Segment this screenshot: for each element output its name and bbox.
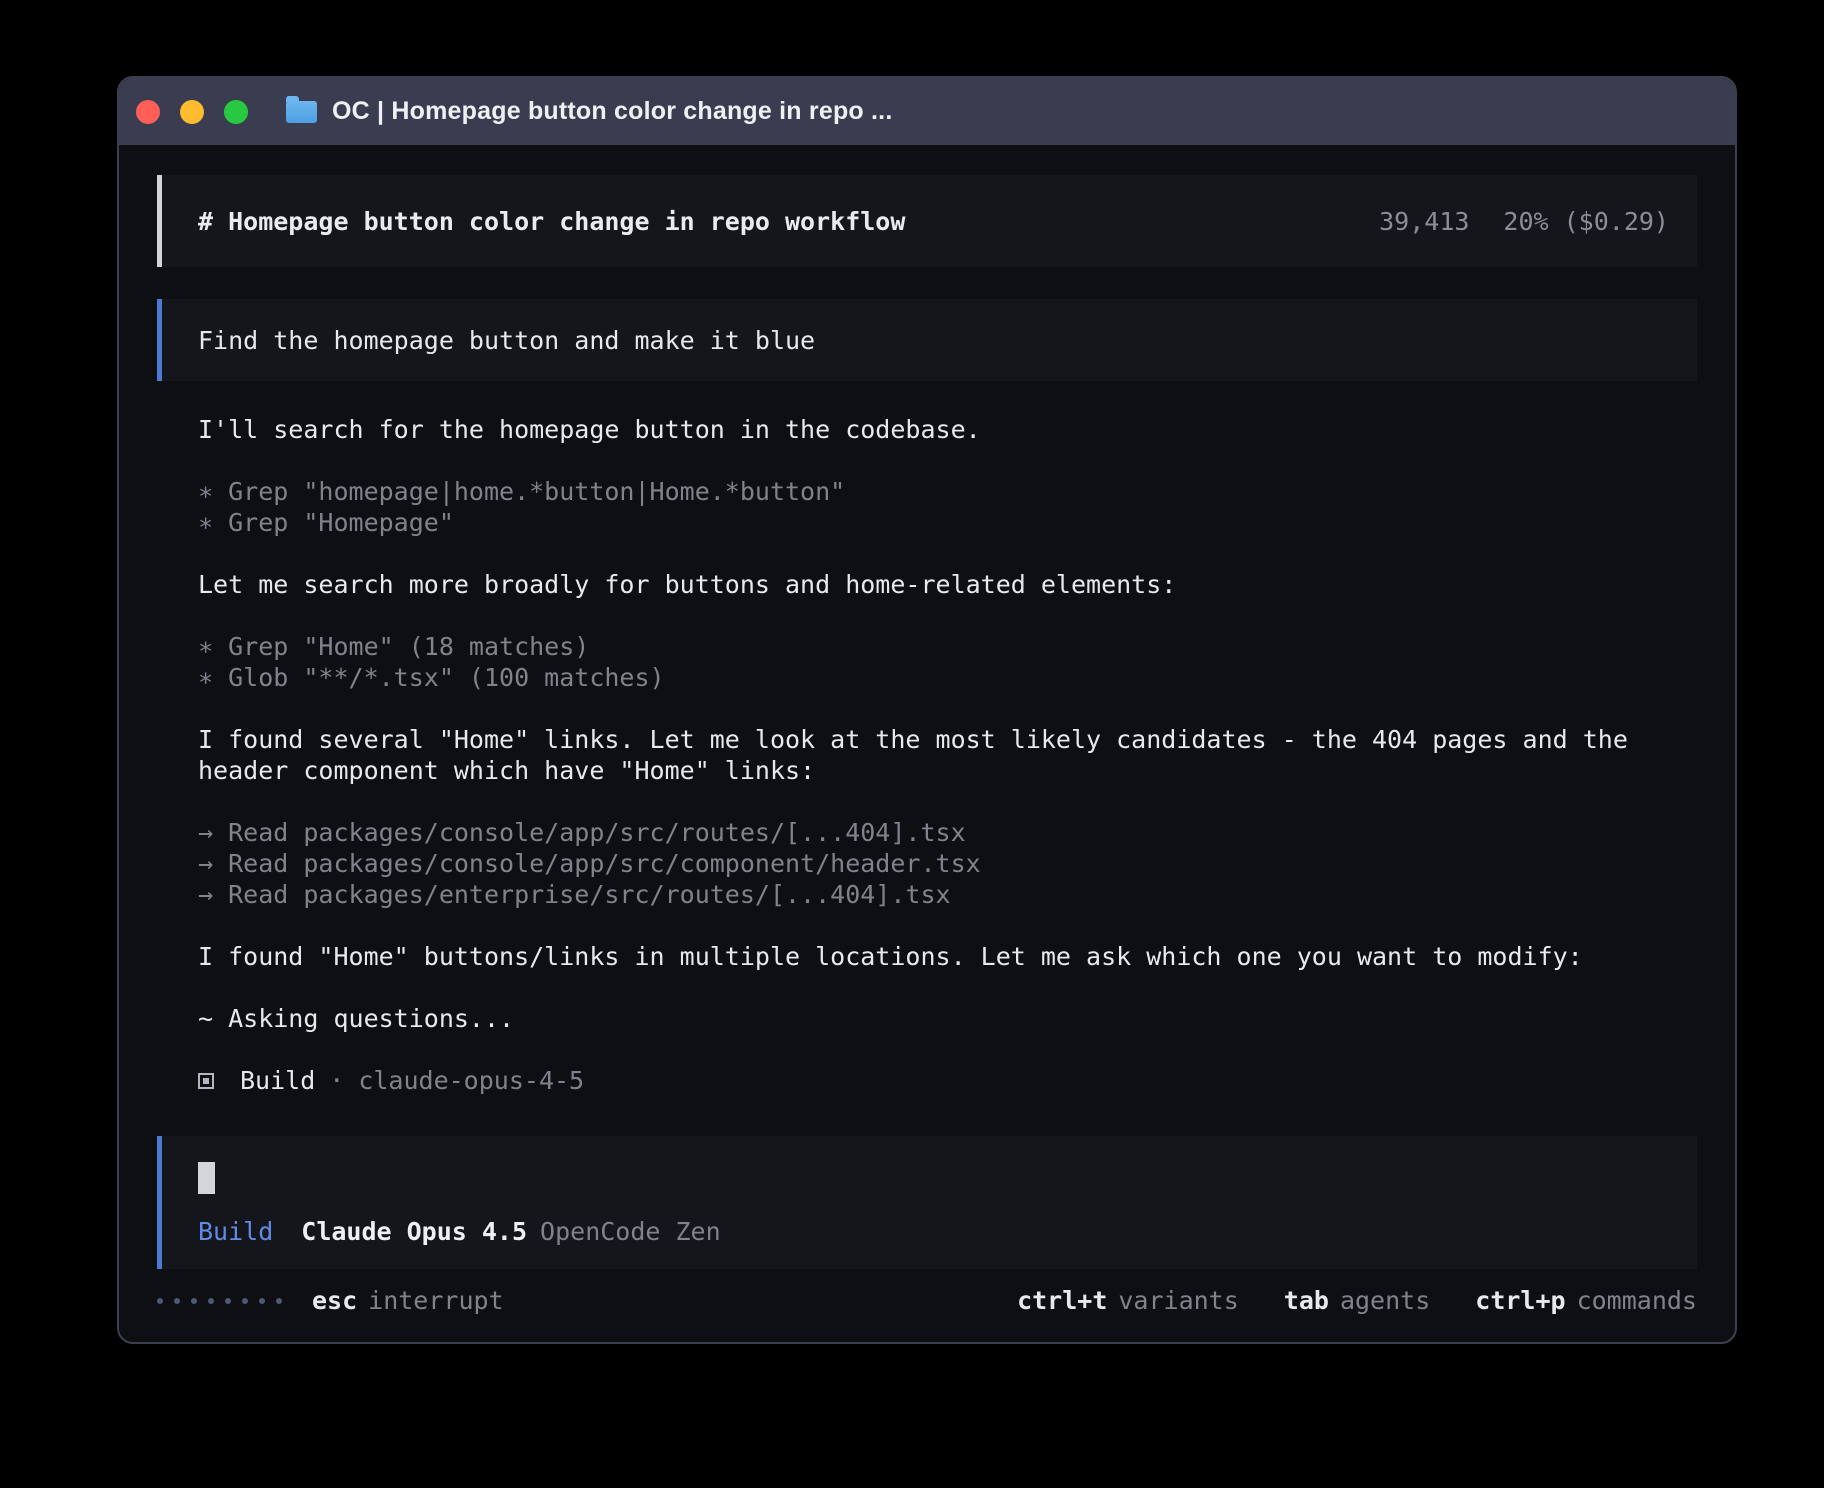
tool-call: ∗ Glob "**/*.tsx" (100 matches) <box>198 662 1657 693</box>
minimize-button[interactable] <box>180 100 204 124</box>
status-left: esc interrupt <box>157 1285 504 1316</box>
shortcut-agents: tab agents <box>1284 1285 1430 1316</box>
terminal-window: OC | Homepage button color change in rep… <box>117 76 1737 1344</box>
agent-separator: · <box>329 1065 344 1096</box>
shortcut-commands: ctrl+p commands <box>1475 1285 1697 1316</box>
context-usage: 20% ($0.29) <box>1503 207 1669 236</box>
mode-indicator: Build <box>198 1216 273 1247</box>
session-header: # Homepage button color change in repo w… <box>157 175 1697 267</box>
assistant-message: ~ Asking questions... <box>198 1003 1657 1034</box>
composer-footer: Build Claude Opus 4.5 OpenCode Zen <box>198 1216 1665 1247</box>
assistant-message: I found several "Home" links. Let me loo… <box>198 724 1657 786</box>
tool-call: ∗ Grep "homepage|home.*button|Home.*butt… <box>198 476 1657 507</box>
window-title: OC | Homepage button color change in rep… <box>332 97 892 126</box>
interrupt-label: interrupt <box>368 1285 503 1316</box>
assistant-message: I'll search for the homepage button in t… <box>198 414 1657 445</box>
user-message-text: Find the homepage button and make it blu… <box>198 326 815 355</box>
shortcut-label: commands <box>1577 1285 1697 1316</box>
assistant-message: I found "Home" buttons/links in multiple… <box>198 941 1657 972</box>
status-right: ctrl+t variants tab agents ctrl+p comman… <box>1017 1285 1697 1316</box>
tool-call: ∗ Grep "Homepage" <box>198 507 1657 538</box>
provider-indicator: OpenCode Zen <box>540 1216 721 1247</box>
shortcut-key: ctrl+t <box>1017 1285 1107 1316</box>
prompt-input[interactable]: Build Claude Opus 4.5 OpenCode Zen <box>157 1136 1697 1269</box>
model-indicator: Claude Opus 4.5 <box>301 1216 527 1247</box>
shortcut-variants: ctrl+t variants <box>1017 1285 1239 1316</box>
close-button[interactable] <box>136 100 160 124</box>
tool-call: → Read packages/console/app/src/routes/[… <box>198 817 1657 848</box>
status-bar: esc interrupt ctrl+t variants tab agents… <box>157 1285 1697 1316</box>
window-titlebar[interactable]: OC | Homepage button color change in rep… <box>119 78 1735 145</box>
interrupt-key: esc <box>312 1285 357 1316</box>
session-meta: 39,413 20% ($0.29) <box>1379 207 1669 236</box>
shortcut-key: ctrl+p <box>1475 1285 1565 1316</box>
tool-call: → Read packages/console/app/src/componen… <box>198 848 1657 879</box>
traffic-lights <box>136 100 248 124</box>
token-count: 39,413 <box>1379 207 1469 236</box>
agent-status: Build · claude-opus-4-5 <box>198 1065 1657 1096</box>
shortcut-label: agents <box>1340 1285 1430 1316</box>
agent-name: Build <box>240 1065 315 1096</box>
zoom-button[interactable] <box>224 100 248 124</box>
tool-call: ∗ Grep "Home" (18 matches) <box>198 631 1657 662</box>
shortcut-key: tab <box>1284 1285 1329 1316</box>
text-cursor <box>198 1162 215 1194</box>
build-agent-icon <box>198 1073 214 1089</box>
spinner-dots <box>157 1298 282 1304</box>
shortcut-label: variants <box>1118 1285 1238 1316</box>
session-content: # Homepage button color change in repo w… <box>119 145 1735 1316</box>
user-message: Find the homepage button and make it blu… <box>157 299 1697 381</box>
agent-model: claude-opus-4-5 <box>358 1065 584 1096</box>
assistant-message: Let me search more broadly for buttons a… <box>198 569 1657 600</box>
session-title: # Homepage button color change in repo w… <box>198 207 905 236</box>
transcript: I'll search for the homepage button in t… <box>157 414 1657 1096</box>
folder-icon <box>286 101 317 123</box>
tool-call: → Read packages/enterprise/src/routes/[.… <box>198 879 1657 910</box>
